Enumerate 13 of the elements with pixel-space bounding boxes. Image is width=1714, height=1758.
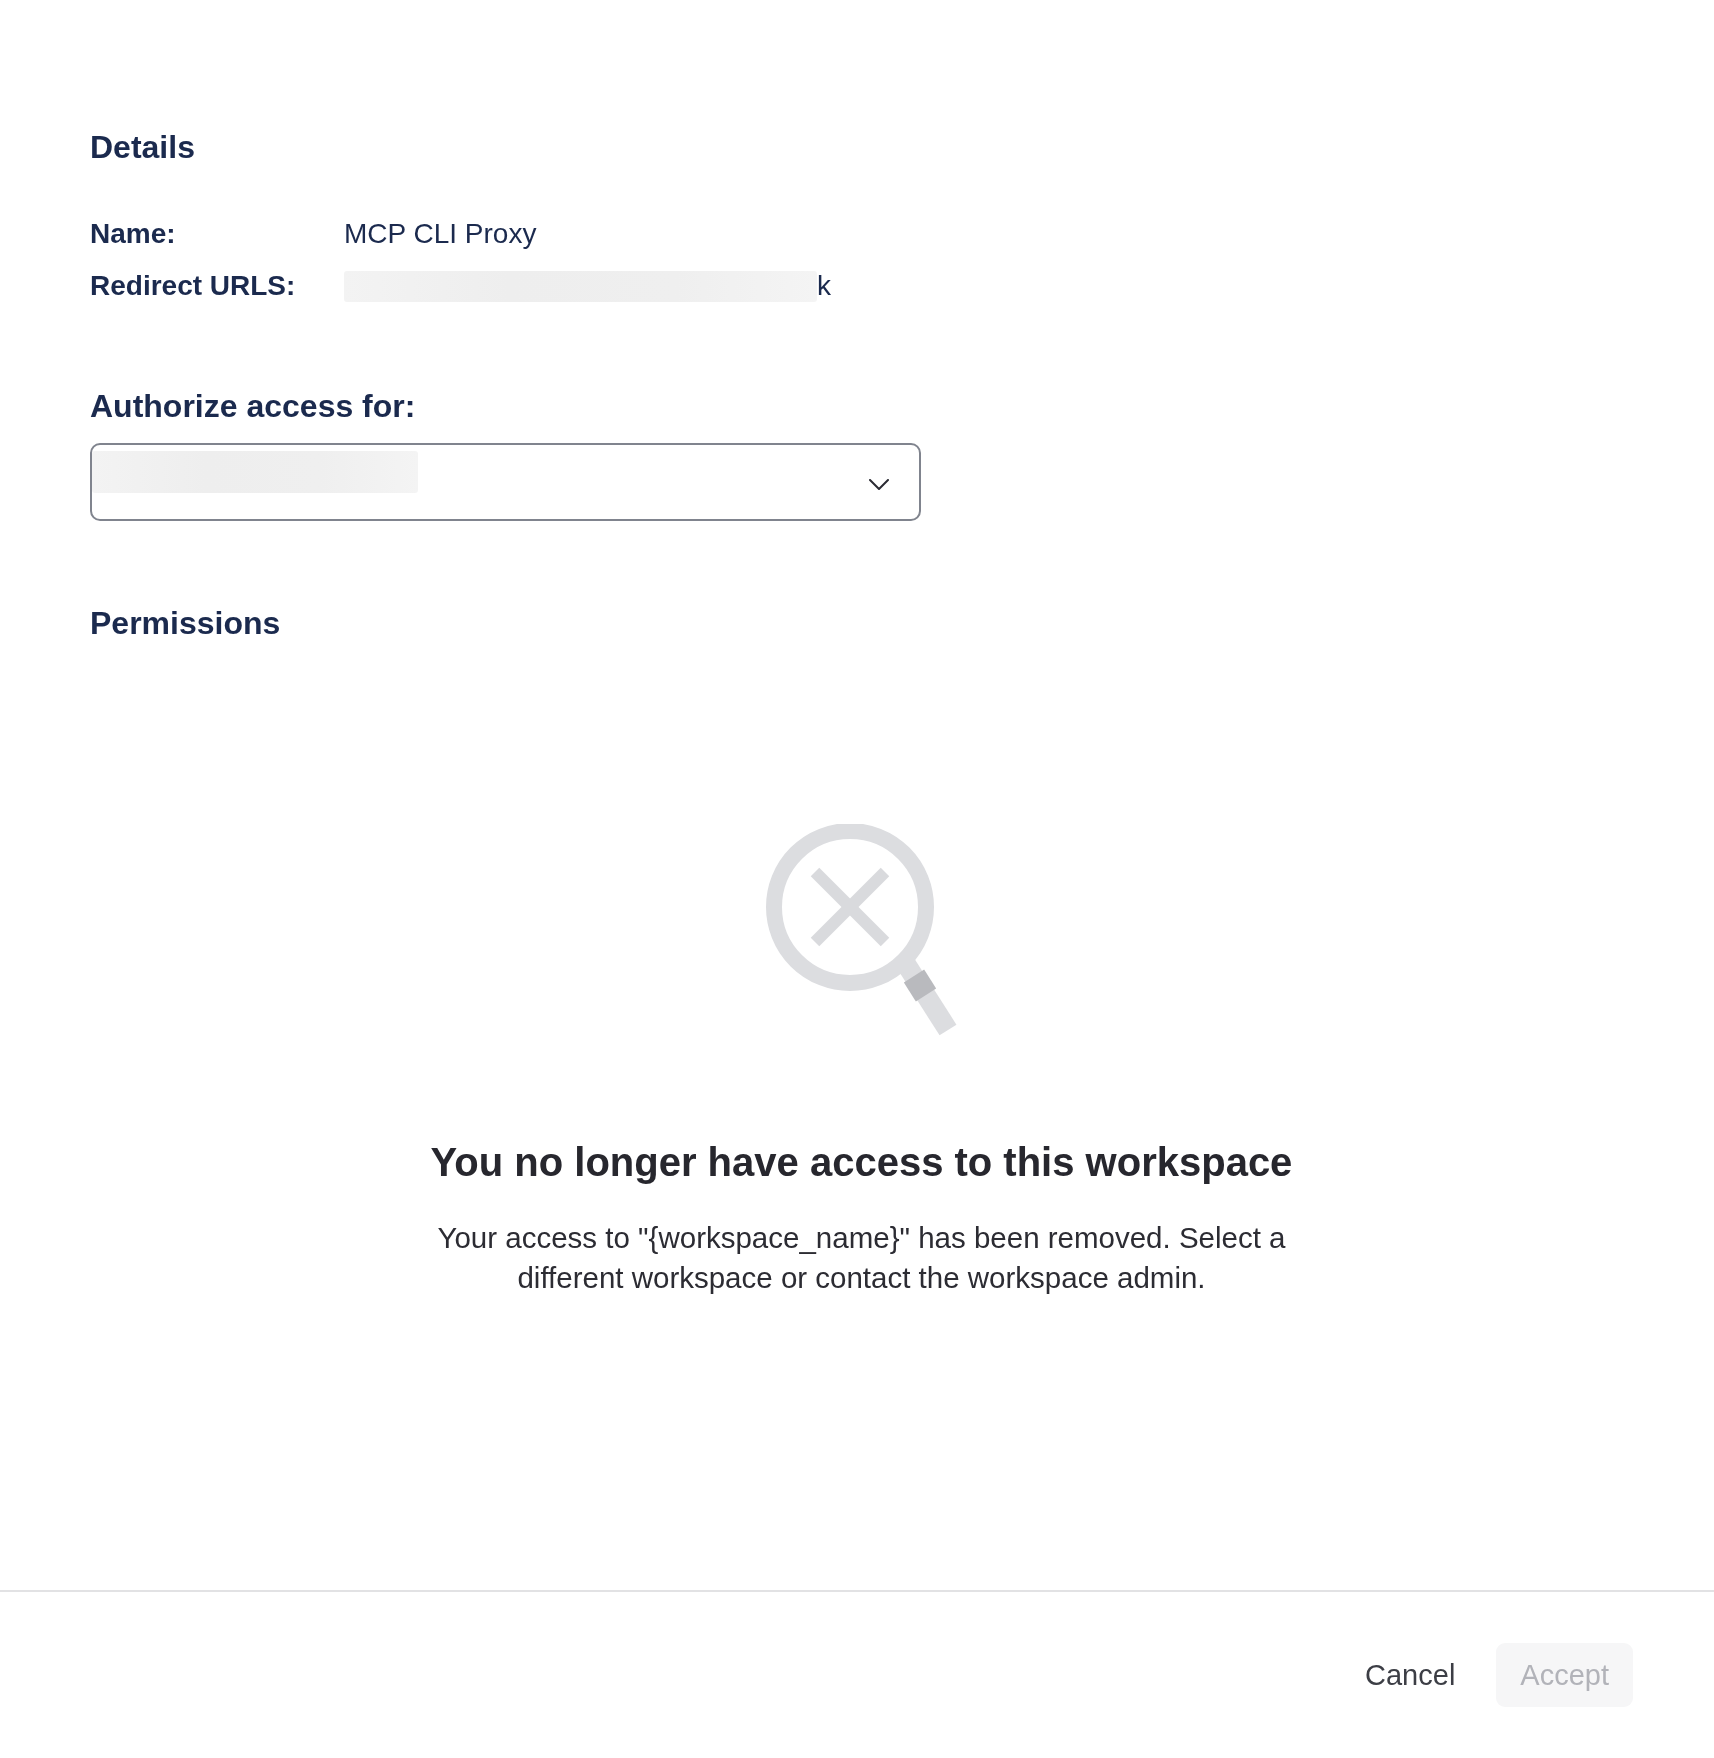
field-label: Name: bbox=[90, 217, 177, 251]
field-value: MCP CLI Proxy bbox=[344, 217, 537, 251]
empty-state-title: You no longer have access to this workspace bbox=[430, 1139, 1293, 1186]
field-label: Authorize access for: bbox=[90, 387, 416, 426]
section-heading: Permissions bbox=[90, 604, 281, 643]
workspace-select[interactable] bbox=[90, 443, 921, 521]
empty-state-message: Your access to "{workspace_name}" has been removed. Select a different workspace or contact the workspace admin. bbox=[436, 1220, 1287, 1296]
cancel-button[interactable]: Cancel bbox=[1341, 1643, 1480, 1707]
field-label: Redirect URLS: bbox=[90, 269, 297, 303]
section-heading: Details bbox=[90, 128, 195, 167]
chevron-down-icon bbox=[869, 479, 889, 490]
magnifier-x-icon bbox=[765, 824, 958, 1036]
field-value: k bbox=[817, 269, 831, 303]
